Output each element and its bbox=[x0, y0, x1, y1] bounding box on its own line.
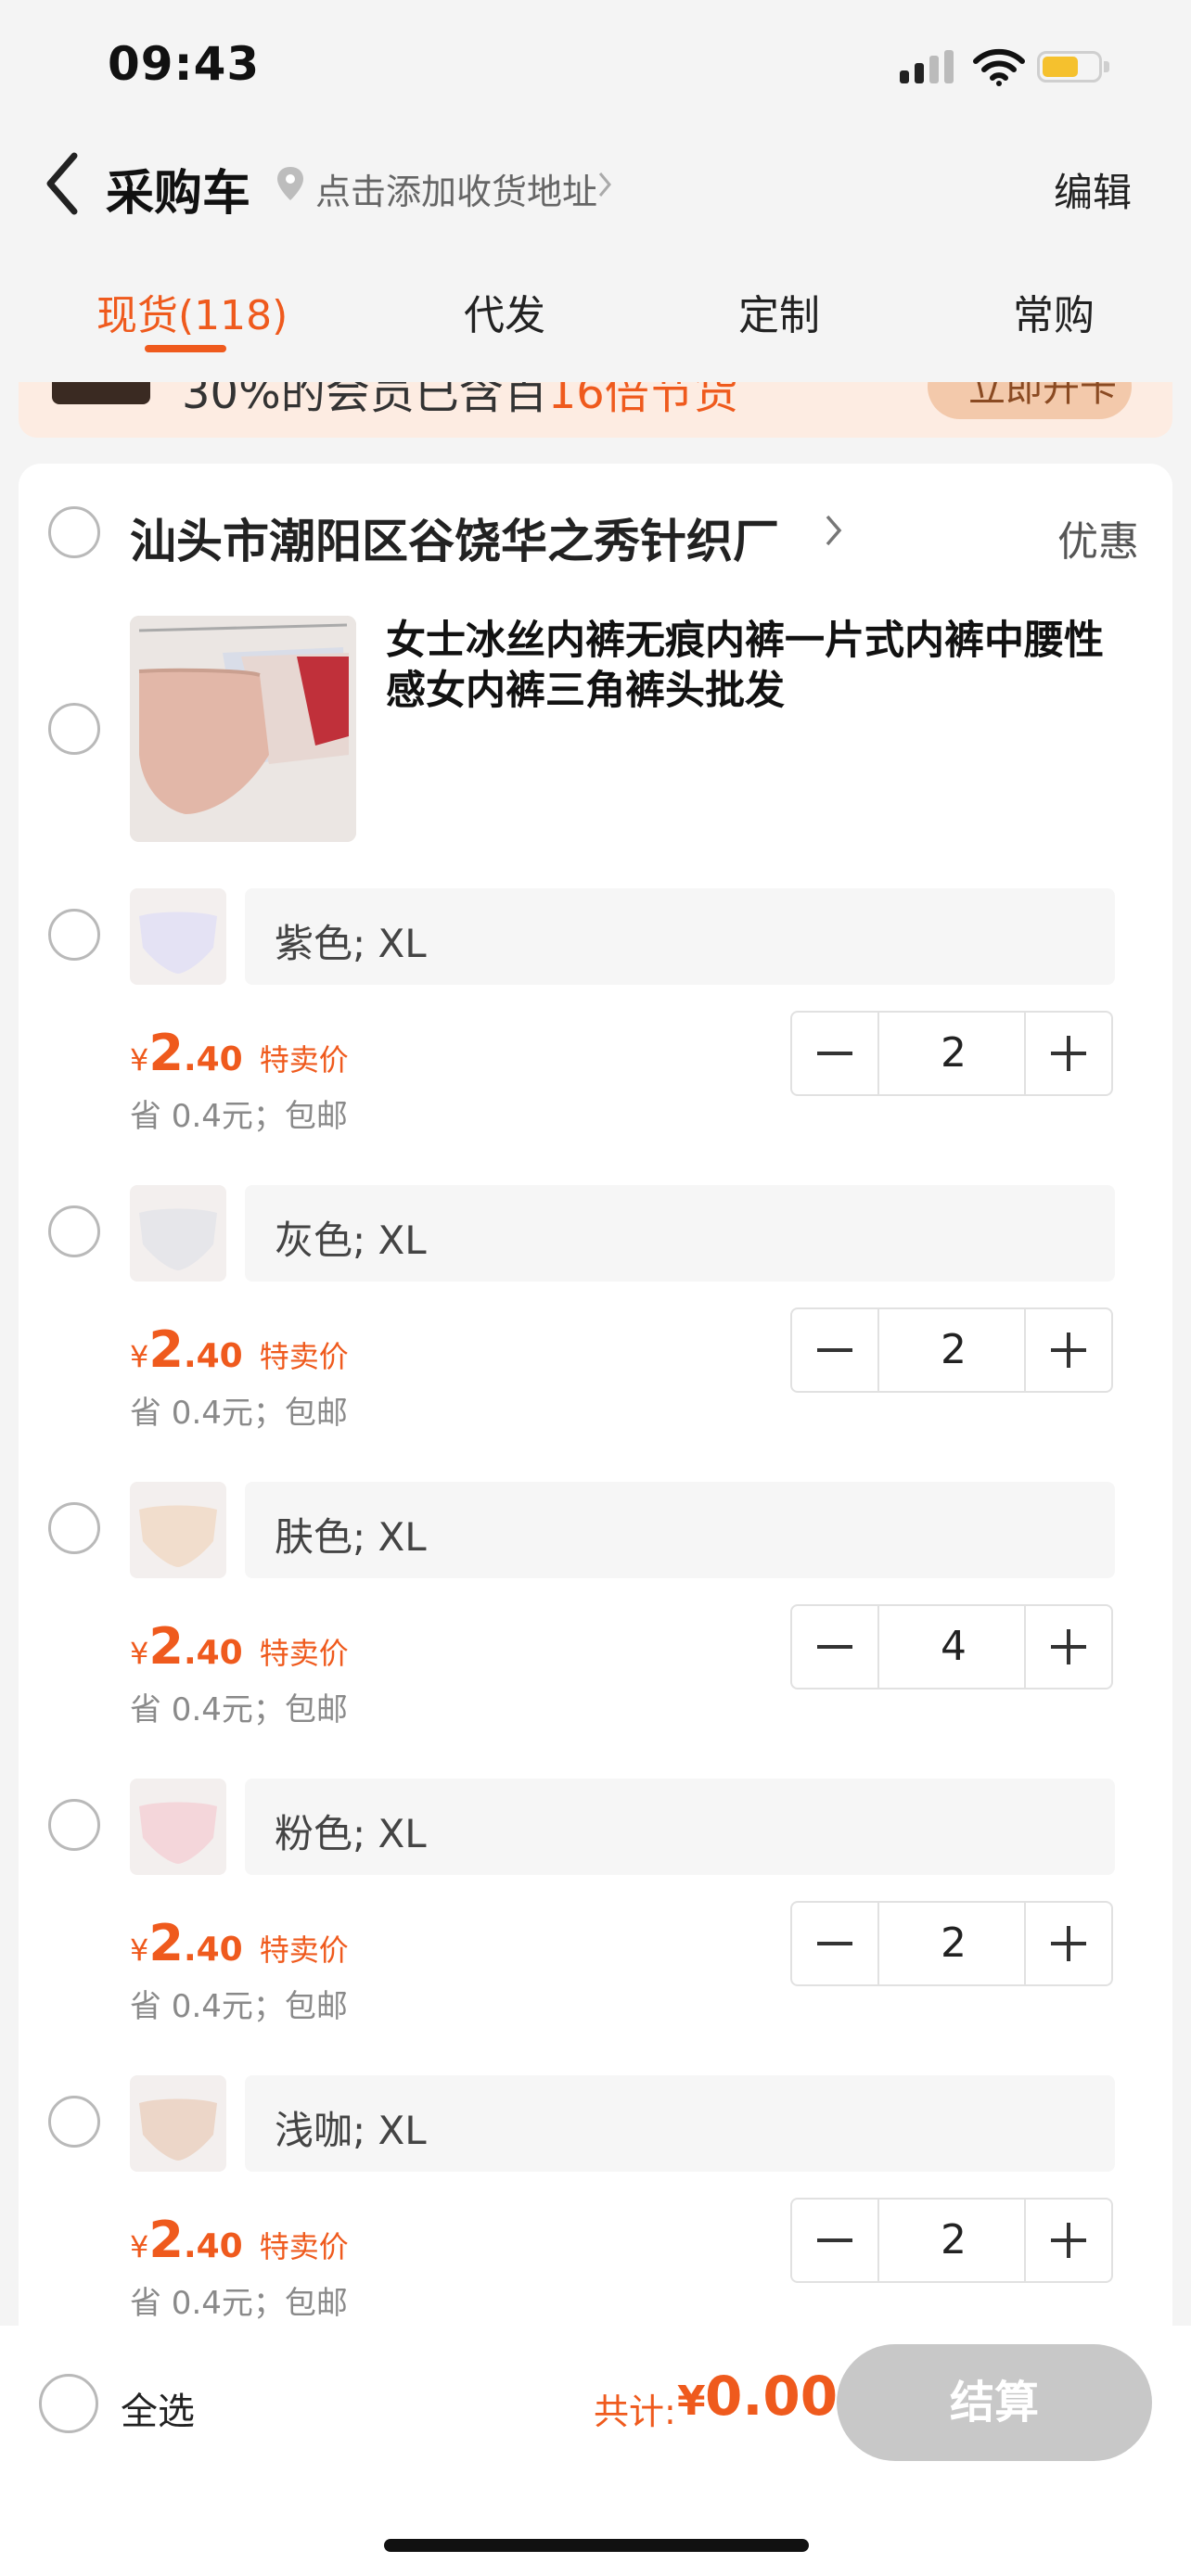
variant-thumbnail[interactable] bbox=[130, 1482, 226, 1578]
variant-savings: 省 0.4元；包邮 bbox=[130, 1691, 348, 1728]
add-address-link[interactable]: 点击添加收货地址 bbox=[315, 163, 597, 214]
wifi-icon bbox=[973, 48, 1025, 86]
variant-spec-selector[interactable]: 紫色; XL bbox=[245, 888, 1115, 985]
increase-quantity-button[interactable] bbox=[1024, 1309, 1111, 1391]
variant-price: ¥2.40 特卖价 bbox=[130, 1914, 349, 1972]
select-all-radio[interactable] bbox=[39, 2374, 98, 2433]
variant-price: ¥2.40 特卖价 bbox=[130, 1024, 349, 1082]
variant-thumbnail[interactable] bbox=[130, 1779, 226, 1875]
tab-in-stock[interactable]: 现货(118) bbox=[96, 282, 288, 341]
variant-savings: 省 0.4元；包邮 bbox=[130, 1988, 348, 2025]
membership-promo-banner[interactable]: 30%的会员已含百16倍节货 立即开卡 bbox=[19, 382, 1172, 438]
chevron-right-icon bbox=[826, 515, 842, 546]
total-currency: ¥ bbox=[677, 2378, 706, 2425]
promo-text: 30%的会员已含百16倍节货 bbox=[182, 382, 738, 419]
variant-thumbnail[interactable] bbox=[130, 1185, 226, 1282]
quantity-stepper: 2 bbox=[790, 1901, 1113, 1986]
quantity-stepper: 4 bbox=[790, 1604, 1113, 1690]
increase-quantity-button[interactable] bbox=[1024, 1606, 1111, 1688]
active-tab-indicator bbox=[145, 345, 226, 352]
shop-promo-link[interactable]: 优惠 bbox=[1057, 508, 1139, 567]
edit-button[interactable]: 编辑 bbox=[1054, 161, 1132, 218]
shop-name[interactable]: 汕头市潮阳区谷饶华之秀针织厂 bbox=[130, 504, 779, 571]
quantity-stepper: 2 bbox=[790, 2198, 1113, 2283]
page-title: 采购车 bbox=[106, 166, 251, 222]
variant-select-radio[interactable] bbox=[48, 909, 100, 961]
variant-select-radio[interactable] bbox=[48, 1205, 100, 1257]
shop-select-radio[interactable] bbox=[48, 506, 100, 558]
quantity-input[interactable]: 2 bbox=[877, 1903, 1030, 1984]
chevron-right-icon bbox=[598, 172, 611, 197]
decrease-quantity-button[interactable] bbox=[792, 1309, 879, 1391]
total-amount: 0.00 bbox=[705, 2365, 839, 2428]
quantity-input[interactable]: 4 bbox=[877, 1606, 1030, 1688]
decrease-quantity-button[interactable] bbox=[792, 1013, 879, 1094]
decrease-quantity-button[interactable] bbox=[792, 2200, 879, 2281]
tab-frequent[interactable]: 常购 bbox=[1013, 282, 1095, 341]
quantity-input[interactable]: 2 bbox=[877, 1013, 1030, 1094]
product-title[interactable]: 女士冰丝内裤无痕内裤一片式内裤中腰性感女内裤三角裤头批发 bbox=[386, 616, 1119, 716]
cellular-signal-icon bbox=[900, 50, 954, 83]
variant-price: ¥2.40 特卖价 bbox=[130, 1617, 349, 1676]
increase-quantity-button[interactable] bbox=[1024, 2200, 1111, 2281]
promo-badge bbox=[52, 382, 150, 404]
variant-spec-selector[interactable]: 灰色; XL bbox=[245, 1185, 1115, 1282]
variant-spec-selector[interactable]: 肤色; XL bbox=[245, 1482, 1115, 1578]
decrease-quantity-button[interactable] bbox=[792, 1606, 879, 1688]
increase-quantity-button[interactable] bbox=[1024, 1013, 1111, 1094]
variant-select-radio[interactable] bbox=[48, 1502, 100, 1554]
tab-custom[interactable]: 定制 bbox=[738, 282, 820, 341]
back-arrow-icon[interactable] bbox=[43, 150, 83, 217]
variant-select-radio[interactable] bbox=[48, 2096, 100, 2148]
total-label: 共计: bbox=[594, 2391, 676, 2432]
location-pin-icon[interactable] bbox=[275, 165, 306, 202]
variant-price: ¥2.40 特卖价 bbox=[130, 1320, 349, 1379]
select-all-label[interactable]: 全选 bbox=[121, 2381, 195, 2435]
battery-icon bbox=[1037, 51, 1113, 84]
variant-price: ¥2.40 特卖价 bbox=[130, 2211, 349, 2269]
quantity-input[interactable]: 2 bbox=[877, 2200, 1030, 2281]
quantity-stepper: 2 bbox=[790, 1011, 1113, 1096]
decrease-quantity-button[interactable] bbox=[792, 1903, 879, 1984]
home-indicator bbox=[384, 2539, 809, 2552]
variant-thumbnail[interactable] bbox=[130, 888, 226, 985]
tab-dropship[interactable]: 代发 bbox=[464, 282, 545, 341]
promo-open-card-button[interactable]: 立即开卡 bbox=[928, 382, 1132, 419]
variant-spec-selector[interactable]: 浅咖; XL bbox=[245, 2075, 1115, 2172]
variant-thumbnail[interactable] bbox=[130, 2075, 226, 2172]
variant-savings: 省 0.4元；包邮 bbox=[130, 1098, 348, 1135]
variant-spec-selector[interactable]: 粉色; XL bbox=[245, 1779, 1115, 1875]
variant-select-radio[interactable] bbox=[48, 1799, 100, 1851]
variant-savings: 省 0.4元；包邮 bbox=[130, 2285, 348, 2322]
product-select-radio[interactable] bbox=[48, 703, 100, 755]
quantity-stepper: 2 bbox=[790, 1307, 1113, 1393]
checkout-button[interactable]: 结算 bbox=[837, 2344, 1152, 2461]
increase-quantity-button[interactable] bbox=[1024, 1903, 1111, 1984]
status-time: 09:43 bbox=[108, 37, 261, 91]
quantity-input[interactable]: 2 bbox=[877, 1309, 1030, 1391]
variant-savings: 省 0.4元；包邮 bbox=[130, 1395, 348, 1432]
product-image[interactable] bbox=[130, 616, 356, 842]
